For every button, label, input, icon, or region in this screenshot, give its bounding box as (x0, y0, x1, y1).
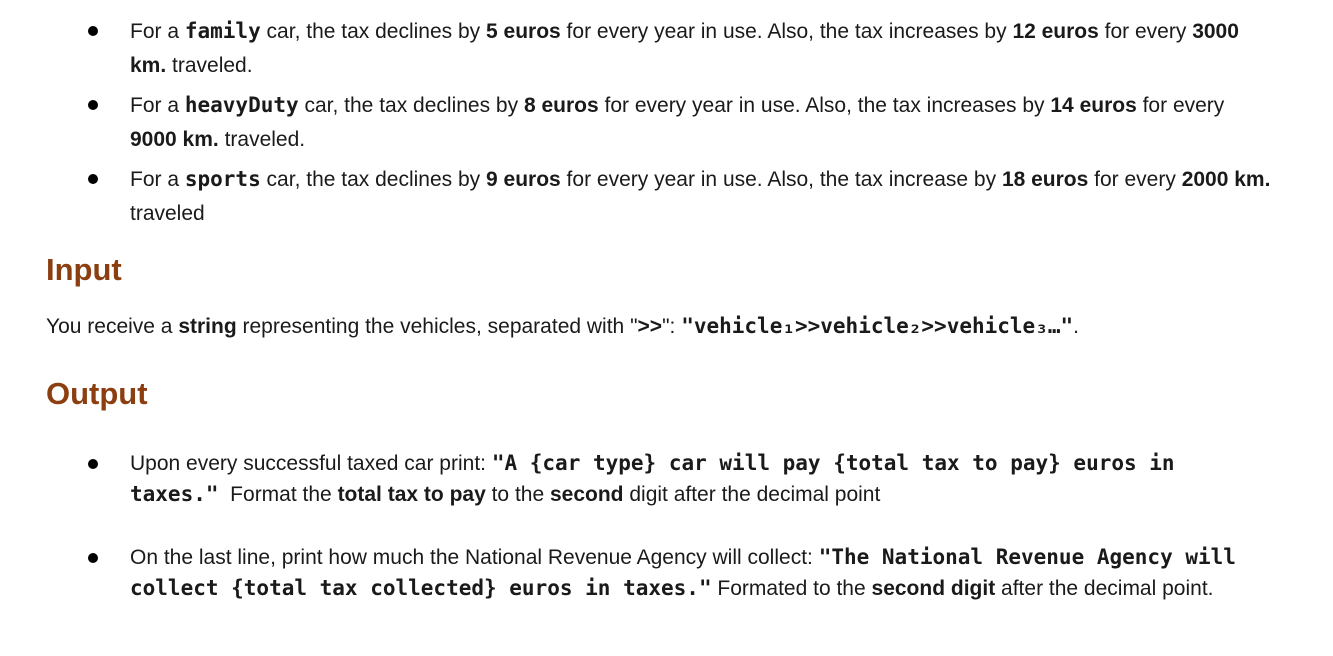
increase-amount: 12 euros (1012, 20, 1099, 43)
list-item-heavyduty: For a heavyDuty car, the tax declines by… (0, 88, 1333, 157)
decline-amount: 5 euros (486, 20, 561, 43)
bullet-icon (88, 553, 98, 563)
decline-amount: 8 euros (523, 94, 599, 117)
document-page: For a family car, the tax declines by 5 … (0, 0, 1333, 656)
list-item-family: For a family car, the tax declines by 5 … (0, 14, 1333, 83)
distance-amount: 2000 km. (1181, 168, 1271, 191)
increase-amount: 14 euros (1050, 94, 1137, 117)
increase-amount: 18 euros (1001, 168, 1089, 191)
input-format-code: "vehicle₁>>vehicle₂>>vehicle₃…" (681, 314, 1074, 338)
bullet-icon (88, 26, 98, 36)
list-item-sports: For a sports car, the tax declines by 9 … (0, 162, 1333, 231)
output-item-car-tax: Upon every successful taxed car print: "… (0, 448, 1333, 510)
input-description: You receive a string representing the ve… (46, 314, 1079, 338)
output-item-total: On the last line, print how much the Nat… (0, 542, 1333, 604)
car-type-code: heavyDuty (184, 93, 299, 117)
car-type-code: sports (184, 167, 261, 191)
car-tax-rules-list: For a family car, the tax declines by 5 … (0, 14, 1333, 231)
bullet-icon (88, 459, 98, 469)
output-list: Upon every successful taxed car print: "… (0, 448, 1333, 604)
input-heading: Input (46, 252, 122, 287)
output-heading: Output (46, 376, 148, 411)
decline-amount: 9 euros (486, 168, 561, 191)
distance-amount: 9000 km. (130, 128, 219, 151)
bullet-icon (88, 100, 98, 110)
bullet-icon (88, 174, 98, 184)
car-type-code: family (184, 19, 261, 43)
